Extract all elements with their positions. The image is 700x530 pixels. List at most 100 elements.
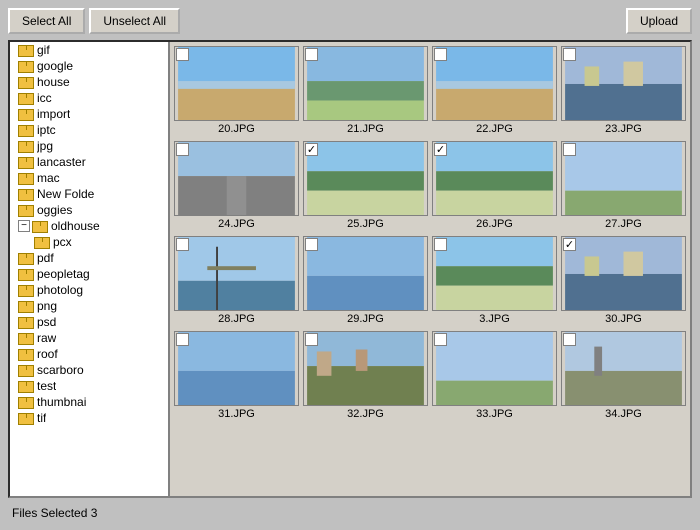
sidebar-item[interactable]: iptc [10,122,168,138]
image-thumbnail[interactable] [303,46,428,121]
image-checkbox[interactable] [434,48,447,61]
image-filename: 32.JPG [303,406,428,422]
image-thumbnail[interactable] [303,331,428,406]
image-thumbnail[interactable] [174,141,299,216]
main-container: Select All Unselect All Upload gifgoogle… [0,0,700,530]
sidebar-item-label: png [37,299,57,313]
sidebar[interactable]: gifgooglehouseiccimport iptcjpglancasterm… [10,42,170,496]
image-cell: 20.JPG [174,46,299,137]
image-thumbnail[interactable] [561,331,686,406]
image-cell: 3.JPG [432,236,557,327]
image-thumbnail[interactable] [432,331,557,406]
sidebar-item-label: gif [37,43,50,57]
sidebar-item[interactable]: raw [10,330,168,346]
sidebar-item-label: test [37,379,56,393]
image-cell: 27.JPG [561,141,686,232]
sidebar-item[interactable]: photolog [10,282,168,298]
image-cell: 32.JPG [303,331,428,422]
folder-icon [18,267,34,281]
image-cell: 22.JPG [432,46,557,137]
folder-icon [18,395,34,409]
image-cell: 31.JPG [174,331,299,422]
sidebar-item[interactable]: oggies [10,202,168,218]
image-thumbnail[interactable] [561,141,686,216]
sidebar-item-label: thumbnai [37,395,86,409]
sidebar-item[interactable]: jpg [10,138,168,154]
sidebar-item-label: iptc [37,123,56,137]
sidebar-item-label: photolog [37,283,83,297]
image-grid: 20.JPG21.JPG22.JPG23.JPG24.JPG25.JPG26.J… [174,46,686,422]
image-thumbnail[interactable] [432,46,557,121]
image-thumbnail[interactable] [432,236,557,311]
sidebar-item[interactable]: pdf [10,250,168,266]
folder-icon [18,379,34,393]
image-filename: 27.JPG [561,216,686,232]
image-thumbnail[interactable] [561,46,686,121]
select-all-button[interactable]: Select All [8,8,85,34]
image-filename: 3.JPG [432,311,557,327]
folder-icon [18,139,34,153]
sidebar-item[interactable]: icc [10,90,168,106]
image-thumbnail[interactable] [303,141,428,216]
image-checkbox[interactable] [176,143,189,156]
sidebar-item-label: import [37,107,70,121]
sidebar-item-label: tif [37,411,46,425]
image-checkbox[interactable] [563,48,576,61]
image-checkbox[interactable] [176,48,189,61]
sidebar-item-label: pcx [53,235,72,249]
sidebar-item[interactable]: mac [10,170,168,186]
image-filename: 28.JPG [174,311,299,327]
sidebar-item[interactable]: test [10,378,168,394]
image-checkbox[interactable] [563,333,576,346]
image-checkbox[interactable] [563,143,576,156]
folder-icon [18,363,34,377]
image-cell: 21.JPG [303,46,428,137]
unselect-all-button[interactable]: Unselect All [89,8,180,34]
toolbar: Select All Unselect All Upload [8,8,692,34]
image-thumbnail[interactable] [561,236,686,311]
sidebar-item[interactable]: png [10,298,168,314]
image-thumbnail[interactable] [174,236,299,311]
image-cell: 30.JPG [561,236,686,327]
folder-icon [18,43,34,57]
image-checkbox[interactable] [176,333,189,346]
sidebar-item[interactable]: tif [10,410,168,426]
image-checkbox[interactable] [434,238,447,251]
sidebar-item[interactable]: import [10,106,168,122]
expand-icon[interactable]: − [18,220,30,232]
sidebar-item-label: scarboro [37,363,84,377]
image-checkbox[interactable] [434,143,447,156]
sidebar-item[interactable]: house [10,74,168,90]
image-thumbnail[interactable] [432,141,557,216]
image-thumbnail[interactable] [174,331,299,406]
image-cell: 29.JPG [303,236,428,327]
sidebar-item[interactable]: New Folde [10,186,168,202]
image-checkbox[interactable] [305,48,318,61]
sidebar-item[interactable]: roof [10,346,168,362]
image-checkbox[interactable] [305,238,318,251]
folder-icon [18,59,34,73]
image-cell: 25.JPG [303,141,428,232]
sidebar-item[interactable]: thumbnai [10,394,168,410]
sidebar-item[interactable]: google [10,58,168,74]
image-grid-container[interactable]: 20.JPG21.JPG22.JPG23.JPG24.JPG25.JPG26.J… [170,42,690,496]
image-thumbnail[interactable] [174,46,299,121]
sidebar-item-label: house [37,75,70,89]
sidebar-item-label: New Folde [37,187,94,201]
sidebar-item[interactable]: gif [10,42,168,58]
image-checkbox[interactable] [305,143,318,156]
folder-icon [18,155,34,169]
image-checkbox[interactable] [434,333,447,346]
sidebar-item[interactable]: lancaster [10,154,168,170]
upload-button[interactable]: Upload [626,8,692,34]
sidebar-item-label: pdf [37,251,54,265]
image-checkbox[interactable] [305,333,318,346]
image-checkbox[interactable] [563,238,576,251]
sidebar-item[interactable]: pcx [10,234,168,250]
image-checkbox[interactable] [176,238,189,251]
sidebar-item[interactable]: −oldhouse [10,218,168,234]
image-thumbnail[interactable] [303,236,428,311]
sidebar-item[interactable]: peopletag [10,266,168,282]
sidebar-item[interactable]: scarboro [10,362,168,378]
sidebar-item[interactable]: psd [10,314,168,330]
